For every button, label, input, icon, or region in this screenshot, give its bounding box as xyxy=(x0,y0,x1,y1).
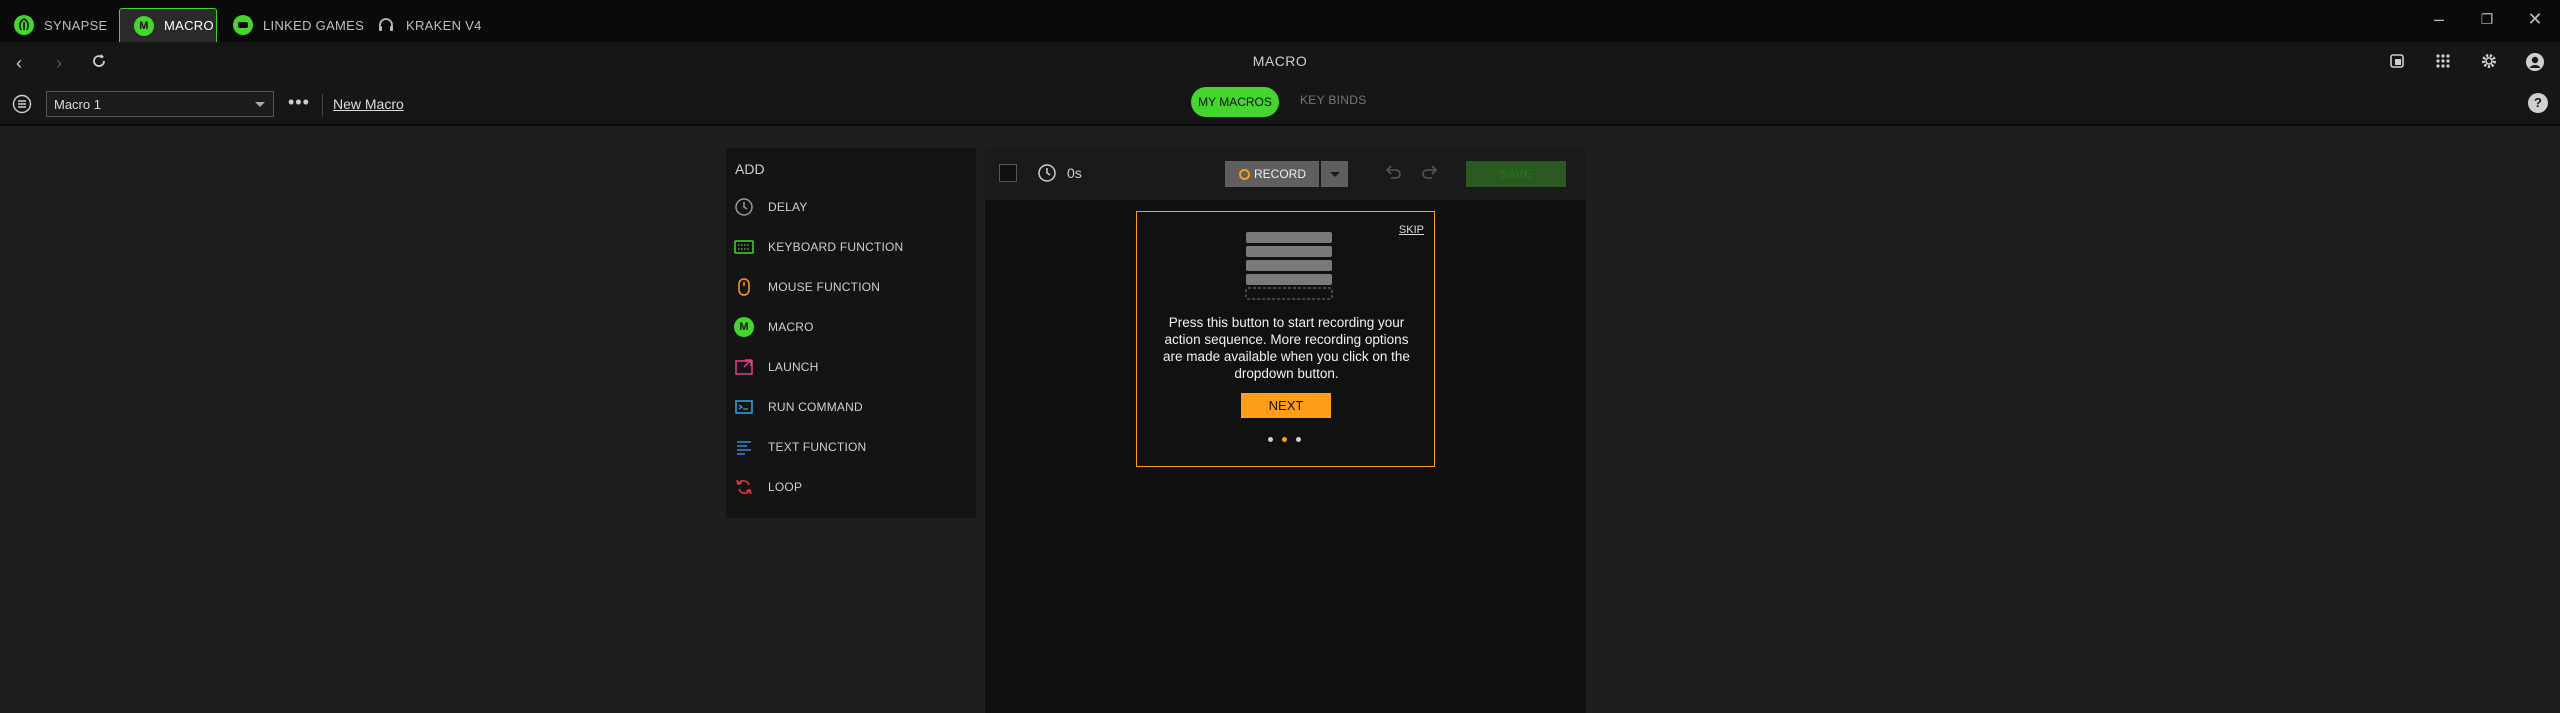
grid-icon xyxy=(2436,54,2450,68)
add-item-label: LOOP xyxy=(768,480,803,494)
macro-icon: M xyxy=(134,15,154,36)
record-tutorial-tooltip: SKIP Press this button to start recordin… xyxy=(1136,211,1435,467)
redo-button[interactable] xyxy=(1419,162,1441,184)
macro-icon: M xyxy=(734,317,754,337)
headset-icon xyxy=(376,15,396,35)
add-panel-title: ADD xyxy=(735,161,765,177)
step-indicator-dot xyxy=(1296,437,1301,442)
add-keyboard-function-item[interactable]: KEYBOARD FUNCTION xyxy=(734,236,903,258)
tooltip-text: Press this button to start recording you… xyxy=(1163,315,1410,381)
apps-button[interactable] xyxy=(2432,52,2454,74)
macro-list-icon[interactable] xyxy=(12,94,32,119)
user-icon xyxy=(2526,53,2544,71)
page-title: MACRO xyxy=(1252,53,1308,69)
add-item-label: MACRO xyxy=(768,320,814,334)
add-item-label: MOUSE FUNCTION xyxy=(768,280,881,294)
record-options-dropdown[interactable] xyxy=(1321,161,1348,187)
minimize-button[interactable]: – xyxy=(2428,8,2450,30)
tab-my-macros[interactable]: MY MACROS xyxy=(1191,87,1279,117)
tab-synapse[interactable]: SYNAPSE xyxy=(14,8,108,42)
macro-duration: 0s xyxy=(1067,165,1082,181)
mouse-icon xyxy=(738,278,750,296)
launch-icon xyxy=(735,359,753,375)
add-macro-item[interactable]: M MACRO xyxy=(734,316,814,338)
add-item-label: RUN COMMAND xyxy=(768,400,863,414)
skip-link[interactable]: SKIP xyxy=(1399,224,1424,236)
clock-icon xyxy=(735,198,753,216)
save-button[interactable]: SAVE xyxy=(1466,161,1566,187)
record-label: RECORD xyxy=(1254,167,1307,181)
step-indicator-dot xyxy=(1282,437,1287,442)
tab-label: MACRO xyxy=(164,18,214,33)
close-button[interactable]: ✕ xyxy=(2524,8,2546,30)
add-run-command-item[interactable]: RUN COMMAND xyxy=(734,396,863,418)
razer-logo-icon xyxy=(14,15,34,35)
command-icon xyxy=(735,400,753,414)
restore-button[interactable]: ❐ xyxy=(2476,8,2498,30)
macro-select[interactable]: Macro 1 xyxy=(46,91,274,117)
app-tab-bar: SYNAPSE M MACRO LINKED GAMES KRAKEN V4 –… xyxy=(0,0,2560,42)
add-panel: ADD DELAY KEYBOARD FUNCTION MOUSE FUNCTI… xyxy=(726,148,976,518)
account-button[interactable] xyxy=(2524,52,2546,74)
redo-icon xyxy=(1422,165,1438,179)
tab-macro[interactable]: M MACRO xyxy=(119,8,217,42)
add-loop-item[interactable]: LOOP xyxy=(734,476,802,498)
tab-label: SYNAPSE xyxy=(44,17,108,33)
gamepad-icon xyxy=(233,15,253,35)
mini-mode-icon xyxy=(2390,54,2404,68)
add-item-label: TEXT FUNCTION xyxy=(768,440,867,454)
add-mouse-function-item[interactable]: MOUSE FUNCTION xyxy=(734,276,880,298)
tab-kraken-v4[interactable]: KRAKEN V4 xyxy=(376,8,482,42)
add-item-label: KEYBOARD FUNCTION xyxy=(768,240,904,254)
macro-list-illustration xyxy=(1244,230,1334,307)
mini-mode-button[interactable] xyxy=(2386,52,2408,74)
add-item-label: DELAY xyxy=(768,200,808,214)
undo-button[interactable] xyxy=(1382,162,1404,184)
chevron-down-icon xyxy=(1330,172,1340,177)
add-item-label: LAUNCH xyxy=(768,360,819,374)
record-icon xyxy=(1239,168,1250,180)
editor-toolbar: 0s RECORD SAVE xyxy=(985,148,1586,200)
next-button[interactable]: NEXT xyxy=(1241,393,1331,418)
macro-toolbar: Macro 1 ••• New Macro MY MACROS KEY BIND… xyxy=(0,84,2560,126)
select-all-checkbox[interactable] xyxy=(999,164,1017,182)
step-indicator-dot xyxy=(1268,437,1273,442)
toolbar-divider xyxy=(322,94,323,116)
macro-select-value: Macro 1 xyxy=(54,97,101,112)
settings-button[interactable] xyxy=(2478,52,2500,74)
help-button[interactable]: ? xyxy=(2528,93,2548,113)
add-text-function-item[interactable]: TEXT FUNCTION xyxy=(734,436,866,458)
loop-icon xyxy=(736,479,752,495)
razer-synapse-window: SYNAPSE M MACRO LINKED GAMES KRAKEN V4 –… xyxy=(0,0,2560,713)
more-options-button[interactable]: ••• xyxy=(288,92,310,113)
tab-label: KRAKEN V4 xyxy=(406,17,482,33)
stopwatch-icon xyxy=(1037,163,1057,188)
tab-linked-games[interactable]: LINKED GAMES xyxy=(233,8,364,42)
tab-label: LINKED GAMES xyxy=(263,17,365,33)
chevron-down-icon xyxy=(255,102,265,107)
add-launch-item[interactable]: LAUNCH xyxy=(734,356,819,378)
gear-icon xyxy=(2482,54,2496,68)
undo-icon xyxy=(1385,165,1401,179)
text-icon xyxy=(737,441,751,455)
title-bar: ‹ › MACRO xyxy=(0,42,2560,84)
new-macro-link[interactable]: New Macro xyxy=(333,96,404,112)
add-delay-item[interactable]: DELAY xyxy=(734,196,807,218)
tab-key-binds[interactable]: KEY BINDS xyxy=(1300,93,1367,107)
record-button[interactable]: RECORD xyxy=(1225,161,1319,187)
keyboard-icon xyxy=(734,240,754,254)
